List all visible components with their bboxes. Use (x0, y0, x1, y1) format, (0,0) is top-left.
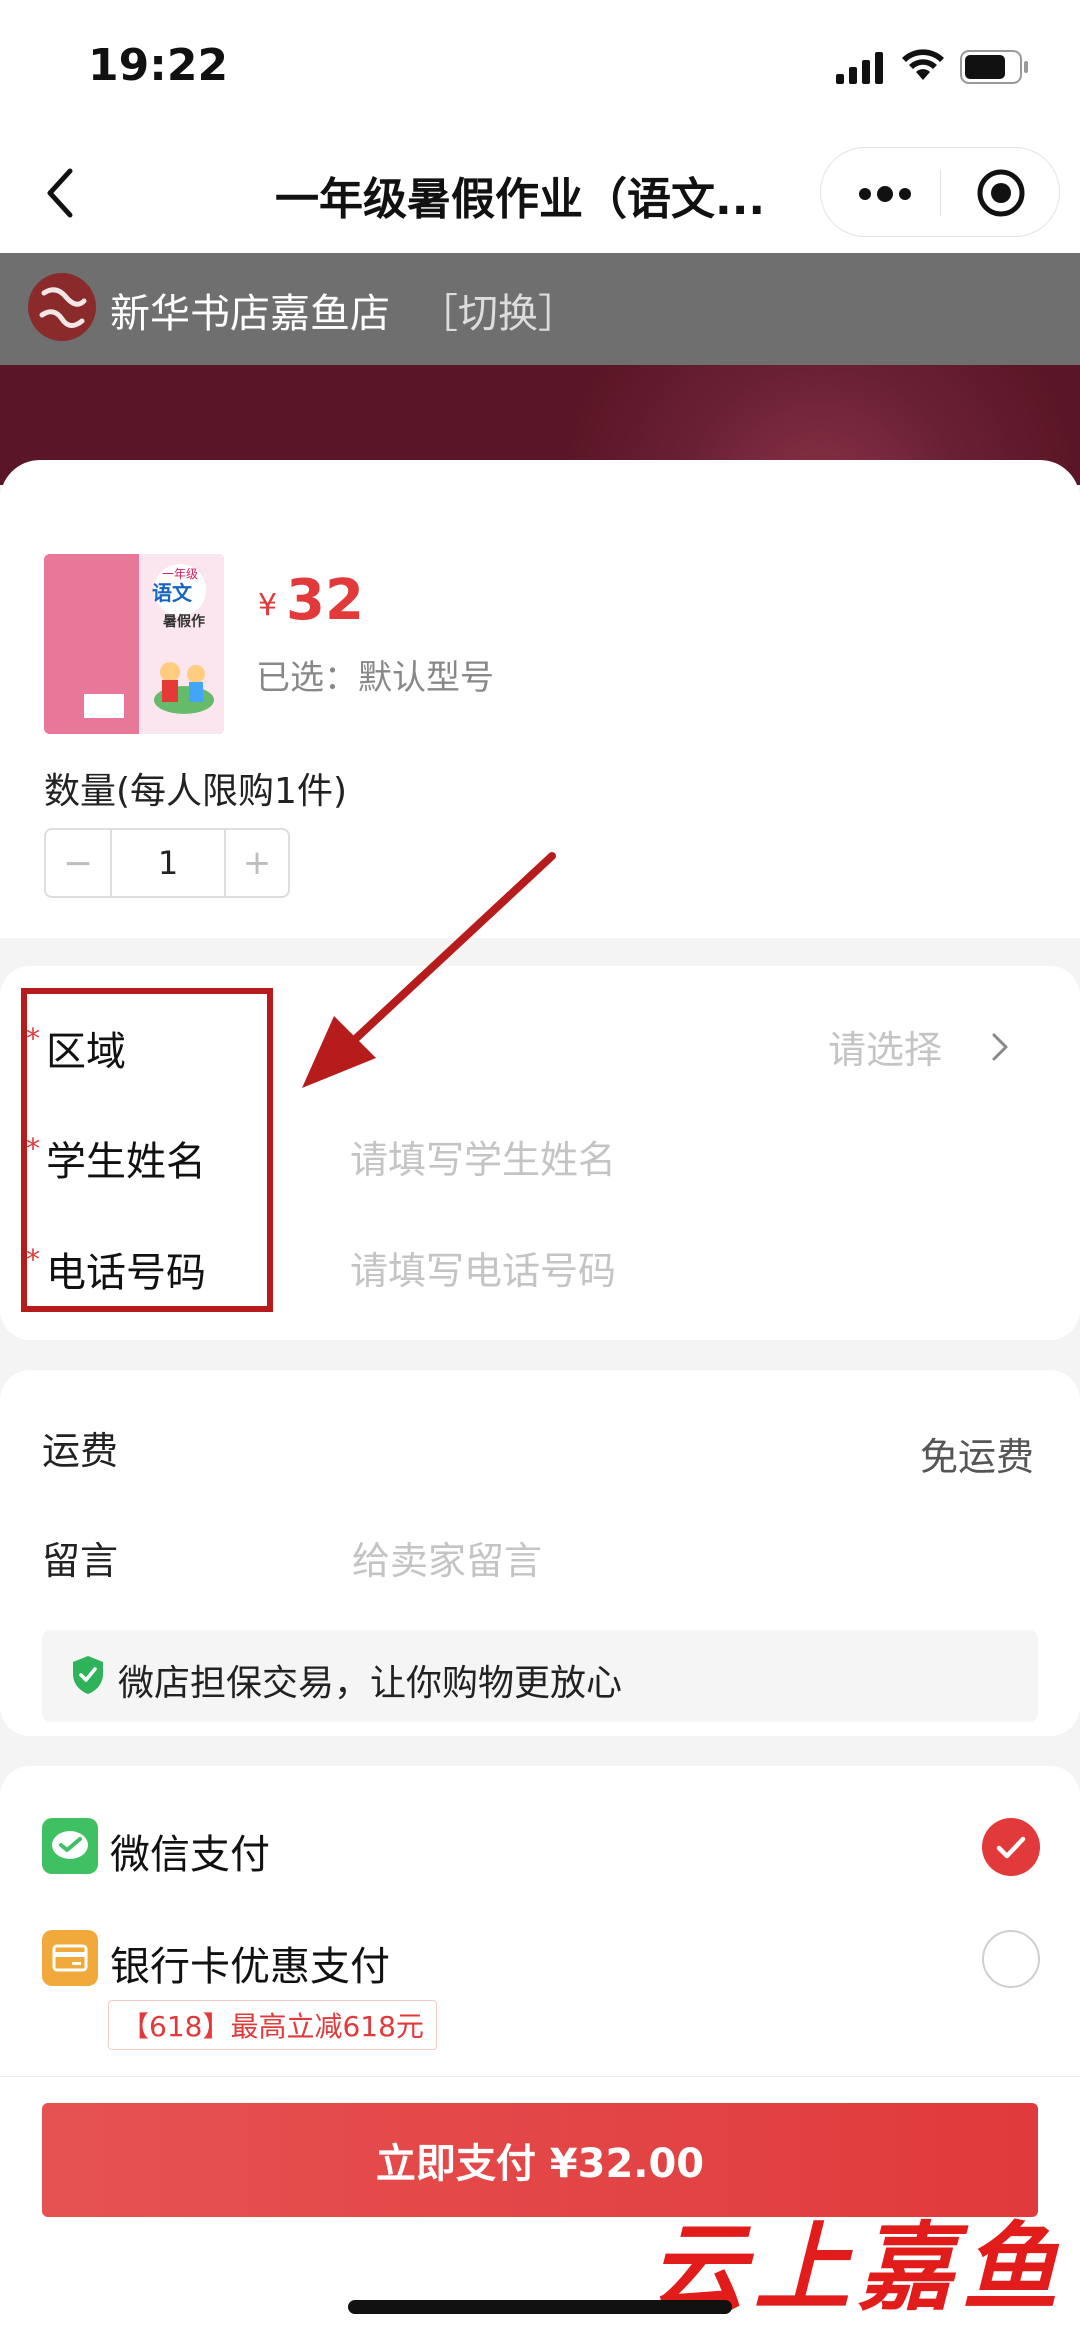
mini-program-capsule (820, 147, 1060, 237)
home-indicator (348, 2300, 732, 2314)
shipping-value: 免运费 (920, 1435, 1035, 1479)
note-input[interactable]: 给卖家留言 (352, 1530, 542, 1585)
quantity-label: 数量(每人限购1件) (44, 771, 347, 812)
switch-shop-link[interactable]: ［切换］ (418, 281, 578, 339)
annotation-arrow-icon (302, 852, 556, 1088)
cover-type: 暑假作 (163, 613, 205, 630)
shipping-note-card: 运费 免运费 留言 给卖家留言 微店担保交易，让你购物更放心 (0, 1370, 1080, 1736)
close-mini-program-icon[interactable] (976, 168, 1026, 218)
nav-bar: 一年级暑假作业（语文... (0, 135, 1080, 253)
phone-input[interactable]: 请填写电话号码 (350, 1240, 616, 1295)
wechat-pay-icon (42, 1818, 98, 1874)
student-name-input[interactable]: 请填写学生姓名 (350, 1129, 616, 1184)
promo-tag: 【618】最高立减618元 (108, 2000, 437, 2050)
status-bar: 19:22 (0, 0, 1080, 135)
shop-bar: 新华书店嘉鱼店 ［切换］ (0, 253, 1080, 365)
quantity-decrease-button[interactable]: − (46, 830, 112, 896)
bank-card-pay-radio[interactable] (982, 1930, 1040, 1988)
signal-icon (836, 52, 883, 84)
price-currency: ¥ (258, 588, 278, 623)
back-icon[interactable] (42, 165, 78, 221)
guarantee-text: 微店担保交易，让你购物更放心 (118, 1663, 623, 1704)
shop-name: 新华书店嘉鱼店 (110, 291, 390, 337)
bank-card-pay-option[interactable]: 银行卡优惠支付 (110, 1934, 390, 1992)
cover-subject: 语文 (152, 581, 193, 605)
wifi-icon (902, 49, 944, 80)
shop-logo-icon (28, 273, 96, 341)
page-title: 一年级暑假作业（语文... (275, 174, 766, 225)
capsule-divider (940, 170, 941, 216)
status-time: 19:22 (88, 40, 229, 91)
shield-check-icon (73, 1656, 103, 1694)
wechat-pay-selected-radio[interactable] (982, 1818, 1040, 1876)
selected-spec: 已选：默认型号 (256, 658, 494, 698)
bank-card-icon (42, 1930, 98, 1986)
cover-grade: 一年级 (162, 567, 198, 581)
region-select[interactable]: 请选择 (828, 1019, 942, 1074)
note-label: 留言 (42, 1539, 119, 1583)
wechat-pay-option[interactable]: 微信支付 (110, 1822, 270, 1880)
annotation-highlight-box (21, 988, 273, 1312)
chevron-right-icon[interactable] (990, 1032, 1010, 1062)
shipping-label: 运费 (42, 1429, 119, 1473)
guarantee-banner: 微店担保交易，让你购物更放心 (42, 1630, 1038, 1722)
quantity-increase-button[interactable]: + (224, 830, 288, 896)
quantity-stepper: − 1 + (44, 828, 290, 898)
price: 32 (286, 568, 364, 633)
quantity-input[interactable]: 1 (112, 830, 224, 896)
book-cover-image: 一年级 语文 暑假作 (44, 554, 224, 734)
payment-method-card: 微信支付 银行卡优惠支付 【618】最高立减618元 (0, 1766, 1080, 2076)
more-icon[interactable] (857, 176, 913, 212)
battery-icon (960, 50, 1028, 84)
